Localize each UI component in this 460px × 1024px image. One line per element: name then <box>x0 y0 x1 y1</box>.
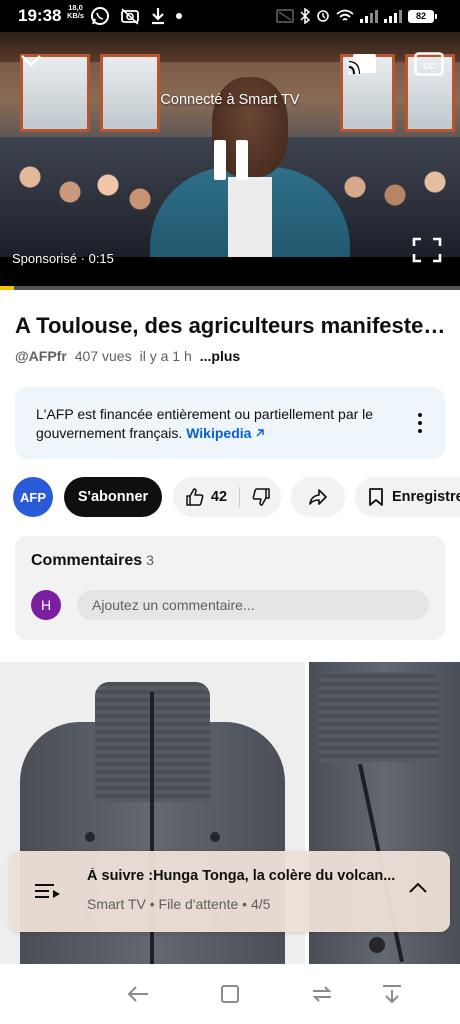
view-count: 407 vues <box>74 348 132 364</box>
funding-notice-text: L'AFP est financée entièrement ou partie… <box>36 406 374 441</box>
like-button[interactable]: 42 <box>173 477 239 517</box>
cast-icon[interactable] <box>348 52 378 76</box>
share-icon <box>309 489 327 505</box>
hide-nav-button[interactable] <box>379 982 405 1006</box>
more-options-icon[interactable] <box>417 413 423 433</box>
system-icons: 82 <box>276 7 437 25</box>
more-link[interactable]: ...plus <box>200 348 240 364</box>
thumbs-up-icon <box>186 488 204 506</box>
alarm-icon <box>317 10 329 22</box>
video-meta[interactable]: @AFPfr 407 vues il y a 1 h ...plus <box>15 348 240 364</box>
clock: 19:38 <box>18 6 62 25</box>
up-next-title: À suivre :Hunga Tonga, la colère du volc… <box>87 868 396 884</box>
recents-button[interactable] <box>309 982 335 1006</box>
like-count: 42 <box>210 489 228 505</box>
captions-icon[interactable]: cc <box>414 52 444 76</box>
sponsored-label: Sponsorisé · 0:15 <box>12 251 114 266</box>
comments-heading: Commentaires 3 <box>31 552 154 569</box>
user-avatar: H <box>31 590 61 620</box>
up-next-bar[interactable]: À suivre :Hunga Tonga, la colère du volc… <box>10 851 450 932</box>
video-info-panel: A Toulouse, des agriculteurs manifesten…… <box>0 290 460 662</box>
system-nav-bar <box>0 964 460 1024</box>
back-arrow-icon <box>127 986 148 1002</box>
pause-button[interactable] <box>214 140 248 180</box>
video-player[interactable]: cc Connecté à Smart TV Sponsorisé · 0:15 <box>0 32 460 290</box>
comments-panel[interactable]: Commentaires 3 H Ajoutez un commentaire..… <box>15 536 445 640</box>
back-button[interactable] <box>125 982 151 1006</box>
bluetooth-icon <box>300 8 310 24</box>
pause-icon <box>214 140 226 180</box>
battery-indicator: 82 <box>408 9 437 23</box>
download-icon <box>152 8 164 25</box>
screen-recording-icon <box>121 8 139 25</box>
queue-play-icon <box>35 884 60 898</box>
fullscreen-icon[interactable] <box>412 237 442 263</box>
signal-icon-2 <box>384 10 402 23</box>
save-button[interactable]: Enregistrer <box>355 477 460 517</box>
wifi-icon <box>336 9 354 21</box>
wikipedia-link[interactable]: Wikipedia <box>186 425 265 441</box>
channel-avatar[interactable]: AFP <box>13 477 53 517</box>
minimize-chevron-icon[interactable] <box>20 54 42 68</box>
subscribe-button[interactable]: S'abonner <box>64 477 162 517</box>
bookmark-icon <box>369 488 383 506</box>
nav-collapse-icon <box>383 985 401 1004</box>
like-dislike-group: 42 <box>173 477 281 517</box>
comment-input[interactable]: Ajoutez un commentaire... <box>77 590 429 620</box>
up-next-subtitle: Smart TV • File d'attente • 4/5 <box>87 896 271 912</box>
whatsapp-icon <box>91 7 109 25</box>
recent-apps-icon <box>312 986 332 1002</box>
comments-count: 3 <box>146 552 154 568</box>
network-speed: 18,0 KB/s <box>67 3 85 20</box>
home-button[interactable] <box>217 982 243 1006</box>
upload-age: il y a 1 h <box>139 348 192 364</box>
video-title[interactable]: A Toulouse, des agriculteurs manifesten… <box>15 313 453 339</box>
thumbs-down-icon <box>252 488 270 506</box>
status-bar: 19:38 18,0 KB/s 82 <box>0 0 460 32</box>
action-row: AFP S'abonner 42 Enregistrer <box>0 477 460 519</box>
svg-text:cc: cc <box>423 60 435 72</box>
external-link-icon <box>256 429 265 437</box>
cast-status-icon <box>276 9 294 23</box>
dot-icon <box>176 13 182 19</box>
share-button[interactable] <box>291 477 345 517</box>
chevron-up-icon[interactable] <box>408 881 428 895</box>
signal-icon-1 <box>360 10 378 23</box>
dislike-button[interactable] <box>240 477 281 517</box>
channel-handle: @AFPfr <box>15 348 67 364</box>
cast-status-caption: Connecté à Smart TV <box>160 92 300 108</box>
save-label: Enregistrer <box>392 489 460 505</box>
notification-icons <box>90 5 182 27</box>
funding-notice: L'AFP est financée entièrement ou partie… <box>15 387 445 459</box>
home-square-icon <box>221 985 239 1003</box>
